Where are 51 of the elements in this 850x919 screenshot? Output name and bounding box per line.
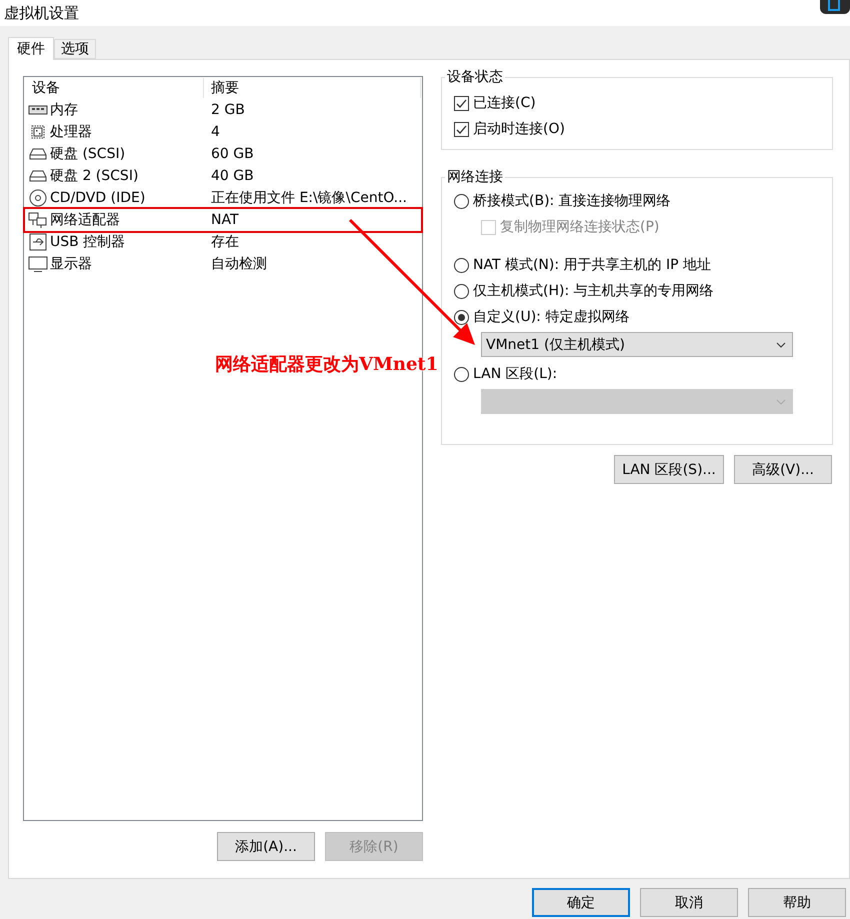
window-title: 虚拟机设置 (3, 4, 79, 22)
caret-icon (776, 398, 786, 404)
device-summary: 2 GB (210, 102, 245, 118)
device-summary: 自动检测 (210, 255, 267, 273)
group-title: 设备状态 (446, 68, 504, 86)
radio-label[interactable]: LAN 区段(L): (473, 365, 558, 383)
device-name[interactable]: 网络适配器 (50, 211, 120, 229)
dialog-button[interactable]: 确定 (532, 888, 630, 917)
network-icon (28, 211, 48, 229)
add-button[interactable]: 添加(A)... (217, 832, 315, 861)
dialog-button[interactable]: 取消 (640, 888, 738, 917)
disc-icon (28, 189, 48, 207)
highlighted-row[interactable]: 网络适配器 NAT (25, 209, 421, 231)
radio-button[interactable] (454, 284, 469, 298)
radio-button[interactable] (454, 194, 469, 208)
network-dropdown[interactable]: VMnet1 (仅主机模式) (481, 332, 793, 357)
radio-label[interactable]: NAT 模式(N): 用于共享主机的 IP 地址 (473, 256, 711, 274)
radio-button[interactable] (454, 258, 469, 272)
device-name[interactable]: 硬盘 2 (SCSI) (50, 167, 138, 185)
device-name[interactable]: 处理器 (50, 123, 92, 141)
checkbox[interactable] (454, 122, 469, 136)
device-summary: 存在 (210, 233, 239, 251)
lan-segment-button[interactable]: LAN 区段(S)... (614, 455, 724, 484)
group-title: 网络连接 (446, 168, 504, 186)
dialog-button[interactable]: 帮助 (748, 888, 846, 917)
device-summary: 4 (210, 124, 220, 140)
device-summary: 60 GB (210, 146, 254, 162)
annotation-text: 网络适配器更改为VMnet1 (215, 353, 438, 376)
device-name[interactable]: USB 控制器 (50, 233, 126, 251)
tab[interactable]: 选项 (54, 39, 96, 59)
radio-button[interactable] (454, 310, 469, 324)
caret-icon (776, 342, 786, 348)
device-name[interactable]: 硬盘 (SCSI) (50, 145, 126, 163)
tab[interactable]: 硬件 (8, 37, 54, 60)
column-header[interactable]: 设备 (25, 78, 204, 98)
checkbox[interactable] (454, 96, 469, 110)
radio-label[interactable]: 桥接模式(B): 直接连接物理网络 (473, 192, 671, 210)
column-header[interactable]: 摘要 (204, 78, 421, 98)
device-name[interactable]: 显示器 (50, 255, 92, 273)
device-name[interactable]: CD/DVD (IDE) (50, 190, 146, 206)
checkbox-label[interactable]: 已连接(C) (473, 94, 536, 112)
advanced-button[interactable]: 高级(V)... (734, 455, 832, 484)
device-summary: 正在使用文件 E:\镜像\CentO... (210, 189, 407, 207)
radio-button[interactable] (454, 366, 469, 382)
device-summary: NAT (210, 212, 239, 228)
device-name[interactable]: 内存 (50, 101, 78, 119)
radio-label[interactable]: 仅主机模式(H): 与主机共享的专用网络 (473, 282, 714, 300)
monitor-icon (28, 255, 48, 273)
device-summary: 40 GB (210, 168, 254, 184)
checkbox-label[interactable]: 启动时连接(O) (473, 120, 565, 138)
radio-label[interactable]: 自定义(U): 特定虚拟网络 (473, 308, 630, 326)
